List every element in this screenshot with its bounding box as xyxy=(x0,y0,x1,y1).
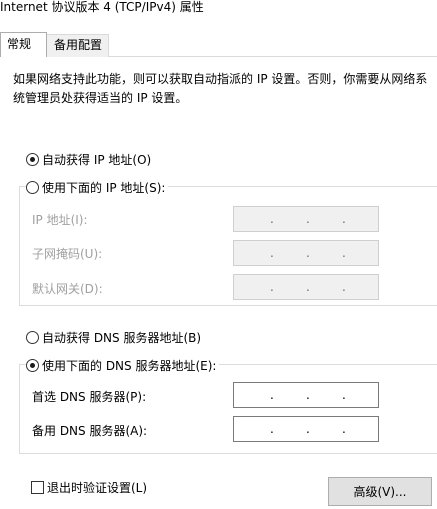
validate-settings-checkbox-row[interactable]: 退出时验证设置(L) xyxy=(31,479,147,495)
title-bar: Internet 协议版本 4 (TCP/IPv4) 属性 xyxy=(0,0,437,16)
radio-checked-icon[interactable] xyxy=(26,358,39,372)
description-text: 如果网络支持此功能，则可以获取自动指派的 IP 设置。否则，你需要从网络系统管理… xyxy=(13,72,428,105)
ip-dot: . xyxy=(270,212,274,226)
radio-use-following-ip[interactable]: 使用下面的 IP 地址(S): xyxy=(26,179,169,195)
radio-label: 自动获得 DNS 服务器地址(B) xyxy=(42,330,202,345)
radio-unchecked-icon[interactable] xyxy=(26,180,39,194)
radio-use-following-dns[interactable]: 使用下面的 DNS 服务器地址(E): xyxy=(26,357,220,373)
ip-dot: . xyxy=(270,280,274,294)
alternate-dns-input[interactable]: . . . xyxy=(233,416,379,442)
ip-address-label: IP 地址(I): xyxy=(32,213,88,227)
radio-obtain-ip-automatically[interactable]: 自动获得 IP 地址(O) xyxy=(26,151,155,167)
radio-obtain-dns-automatically[interactable]: 自动获得 DNS 服务器地址(B) xyxy=(26,329,205,345)
validate-settings-label: 退出时验证设置(L) xyxy=(47,480,148,495)
ip-dot: . xyxy=(342,388,346,402)
radio-checked-icon[interactable] xyxy=(26,152,39,166)
subnet-mask-input[interactable]: . . . xyxy=(233,240,379,266)
ip-dot: . xyxy=(306,212,310,226)
radio-label: 自动获得 IP 地址(O) xyxy=(42,152,152,167)
ip-dot: . xyxy=(342,280,346,294)
radio-label: 使用下面的 DNS 服务器地址(E): xyxy=(42,358,217,373)
ip-dot: . xyxy=(270,246,274,260)
ip-dot: . xyxy=(270,388,274,402)
validate-settings-checkbox[interactable] xyxy=(31,480,44,494)
ip-address-input[interactable]: . . . xyxy=(233,206,379,232)
window-title: Internet 协议版本 4 (TCP/IPv4) 属性 xyxy=(0,0,204,14)
tab-alternate-configuration[interactable]: 备用配置 xyxy=(47,34,109,57)
ip-dot: . xyxy=(306,422,310,436)
preferred-dns-label: 首选 DNS 服务器(P): xyxy=(32,390,147,404)
radio-label: 使用下面的 IP 地址(S): xyxy=(42,180,166,195)
ip-dot: . xyxy=(342,212,346,226)
subnet-mask-label: 子网掩码(U): xyxy=(32,247,103,261)
default-gateway-label: 默认网关(D): xyxy=(32,282,103,296)
default-gateway-input[interactable]: . . . xyxy=(233,274,379,300)
ip-dot: . xyxy=(342,422,346,436)
preferred-dns-input[interactable]: . . . xyxy=(233,382,379,408)
advanced-button[interactable]: 高级(V)... xyxy=(328,477,432,506)
ip-dot: . xyxy=(306,388,310,402)
tab-general[interactable]: 常规 xyxy=(0,32,47,57)
ip-dot: . xyxy=(270,422,274,436)
alternate-dns-label: 备用 DNS 服务器(A): xyxy=(32,424,148,438)
radio-unchecked-icon[interactable] xyxy=(26,330,39,344)
ip-dot: . xyxy=(306,246,310,260)
ip-dot: . xyxy=(306,280,310,294)
ip-dot: . xyxy=(342,246,346,260)
